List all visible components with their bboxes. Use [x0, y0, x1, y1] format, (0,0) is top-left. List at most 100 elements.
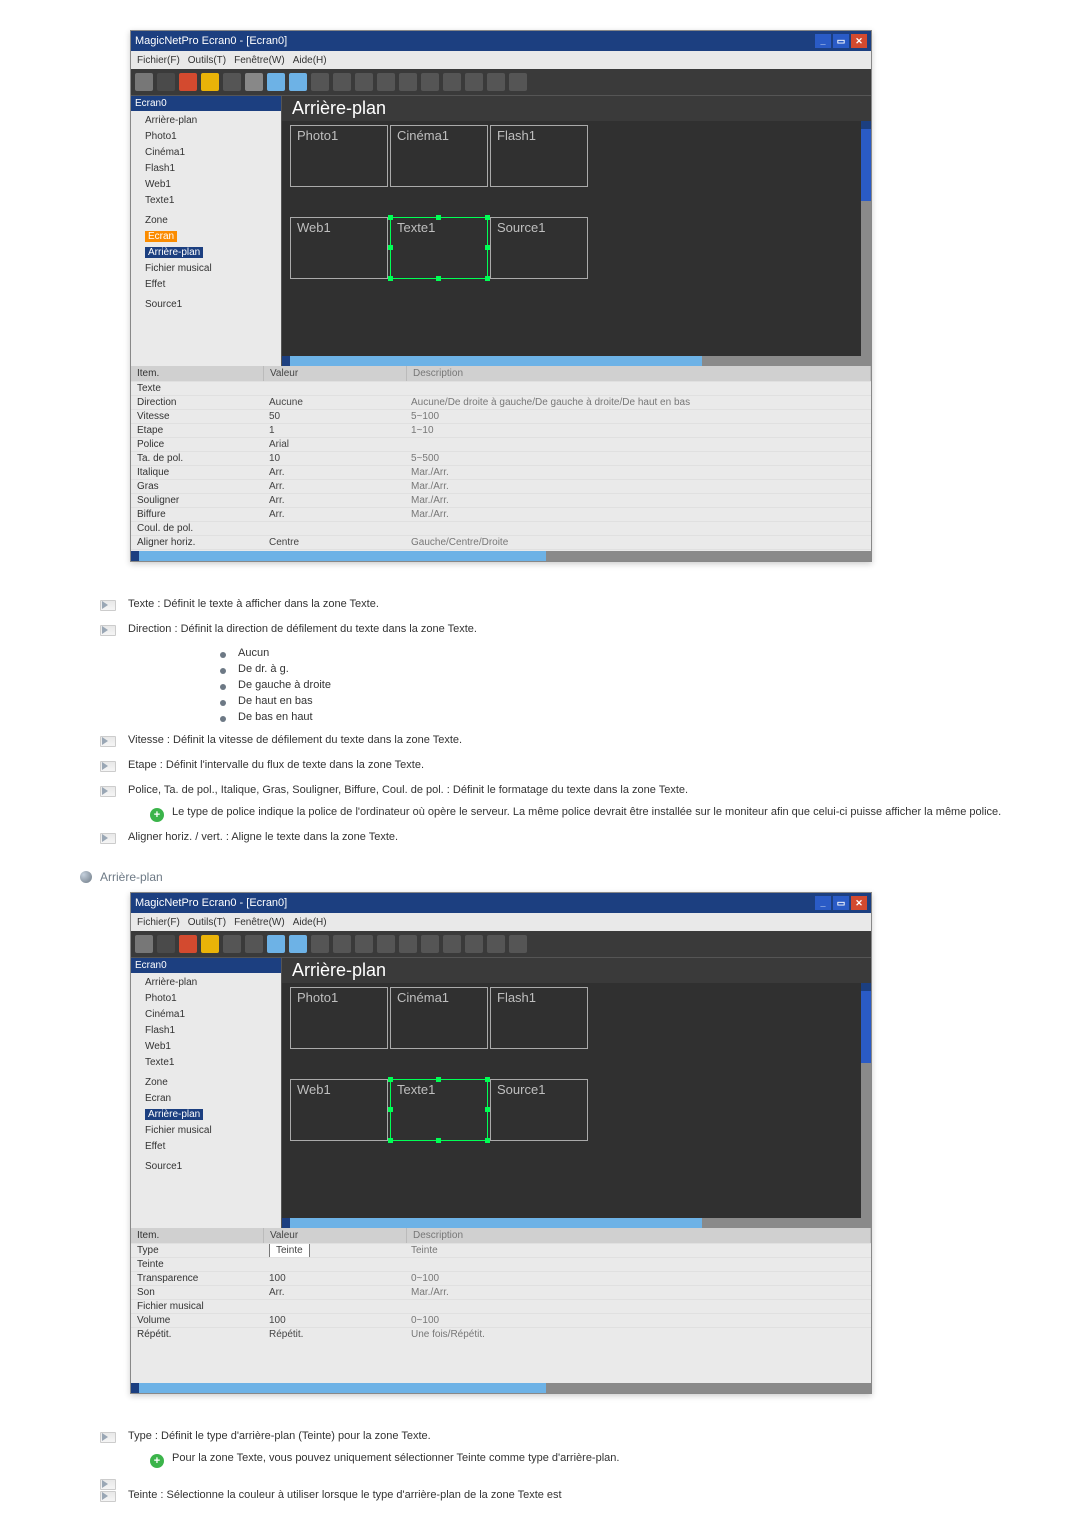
toolbar-icon[interactable]: [157, 935, 175, 953]
tree-item[interactable]: Ecran: [145, 1091, 281, 1107]
toolbar-icon[interactable]: [289, 935, 307, 953]
tree-item[interactable]: Zone: [145, 1075, 281, 1091]
toolbar-icon[interactable]: [135, 935, 153, 953]
menu-bar: Fichier(F) Outils(T) Fenêtre(W) Aide(H): [131, 51, 871, 69]
toolbar-icon[interactable]: [333, 935, 351, 953]
toolbar-icon[interactable]: [487, 935, 505, 953]
property-row: Coul. de pol.: [131, 521, 871, 535]
toolbar-icon[interactable]: [223, 935, 241, 953]
section-heading: Arrière-plan: [80, 870, 1030, 884]
tree-item[interactable]: Cinéma1: [145, 145, 281, 161]
toolbar-icon[interactable]: [509, 73, 527, 91]
toolbar-icon[interactable]: [377, 935, 395, 953]
tree-item[interactable]: Cinéma1: [145, 1007, 281, 1023]
menu-window[interactable]: Fenêtre(W): [234, 917, 285, 928]
window-min-icon[interactable]: _: [815, 896, 831, 910]
menu-help[interactable]: Aide(H): [293, 55, 327, 66]
toolbar-icon[interactable]: [399, 935, 417, 953]
toolbar-icon[interactable]: [223, 73, 241, 91]
toolbar-icon[interactable]: [245, 73, 263, 91]
tree-item[interactable]: Photo1: [145, 991, 281, 1007]
toolbar-icon[interactable]: [289, 73, 307, 91]
zone-web[interactable]: Web1: [290, 217, 388, 279]
window-close-icon[interactable]: ✕: [851, 896, 867, 910]
toolbar-icon[interactable]: [201, 935, 219, 953]
window-max-icon[interactable]: ▭: [833, 34, 849, 48]
menu-file[interactable]: Fichier(F): [137, 55, 180, 66]
toolbar-icon[interactable]: [157, 73, 175, 91]
tree-item[interactable]: Arrière-plan: [145, 113, 281, 129]
tree-item[interactable]: Fichier musical: [145, 1123, 281, 1139]
canvas[interactable]: Photo1 Cinéma1 Flash1 Web1 Texte1 Source…: [282, 121, 871, 356]
tree-item-selected[interactable]: Arrière-plan: [145, 247, 203, 258]
tree-item[interactable]: Flash1: [145, 1023, 281, 1039]
toolbar-icon[interactable]: [311, 73, 329, 91]
scrollbar-vertical[interactable]: [861, 983, 871, 1218]
tree-item-selected[interactable]: Arrière-plan: [145, 1109, 203, 1120]
tree-item[interactable]: Source1: [145, 297, 281, 313]
tree-root[interactable]: Ecran0: [131, 96, 281, 111]
toolbar-icon[interactable]: [465, 935, 483, 953]
toolbar-icon[interactable]: [311, 935, 329, 953]
canvas-title: Arrière-plan: [282, 958, 871, 983]
scrollbar-horizontal[interactable]: [282, 1218, 871, 1228]
zone-web[interactable]: Web1: [290, 1079, 388, 1141]
menu-file[interactable]: Fichier(F): [137, 917, 180, 928]
zone-texte-selected[interactable]: Texte1: [390, 1079, 488, 1141]
toolbar-icon[interactable]: [509, 935, 527, 953]
zone-cinema[interactable]: Cinéma1: [390, 125, 488, 187]
zone-source[interactable]: Source1: [490, 217, 588, 279]
canvas[interactable]: Photo1 Cinéma1 Flash1 Web1 Texte1 Source…: [282, 983, 871, 1218]
tree-item[interactable]: Texte1: [145, 193, 281, 209]
toolbar-icon[interactable]: [399, 73, 417, 91]
tree-item[interactable]: Web1: [145, 1039, 281, 1055]
zone-texte-selected[interactable]: Texte1: [390, 217, 488, 279]
tree-item[interactable]: Effet: [145, 277, 281, 293]
toolbar-icon[interactable]: [179, 73, 197, 91]
tree-item[interactable]: Web1: [145, 177, 281, 193]
tree-item[interactable]: Texte1: [145, 1055, 281, 1071]
toolbar-icon[interactable]: [267, 73, 285, 91]
scrollbar-horizontal[interactable]: [131, 1383, 871, 1393]
tree-item[interactable]: Photo1: [145, 129, 281, 145]
window-close-icon[interactable]: ✕: [851, 34, 867, 48]
toolbar-icon[interactable]: [421, 935, 439, 953]
tree-item[interactable]: Flash1: [145, 161, 281, 177]
menu-tools[interactable]: Outils(T): [188, 917, 226, 928]
tree-root[interactable]: Ecran0: [131, 958, 281, 973]
toolbar-icon[interactable]: [267, 935, 285, 953]
tree-item[interactable]: Source1: [145, 1159, 281, 1175]
tree-item-selected[interactable]: Ecran: [145, 231, 177, 242]
property-value-input[interactable]: Teinte: [269, 1244, 310, 1257]
scrollbar-vertical[interactable]: [861, 121, 871, 356]
toolbar-icon[interactable]: [443, 935, 461, 953]
tree-item[interactable]: Arrière-plan: [145, 975, 281, 991]
toolbar-icon[interactable]: [135, 73, 153, 91]
scrollbar-horizontal[interactable]: [282, 356, 871, 366]
toolbar-icon[interactable]: [333, 73, 351, 91]
zone-flash[interactable]: Flash1: [490, 125, 588, 187]
toolbar-icon[interactable]: [487, 73, 505, 91]
tree-item[interactable]: Effet: [145, 1139, 281, 1155]
zone-flash[interactable]: Flash1: [490, 987, 588, 1049]
window-min-icon[interactable]: _: [815, 34, 831, 48]
toolbar-icon[interactable]: [355, 73, 373, 91]
menu-tools[interactable]: Outils(T): [188, 55, 226, 66]
toolbar-icon[interactable]: [421, 73, 439, 91]
window-max-icon[interactable]: ▭: [833, 896, 849, 910]
menu-help[interactable]: Aide(H): [293, 917, 327, 928]
toolbar-icon[interactable]: [443, 73, 461, 91]
zone-source[interactable]: Source1: [490, 1079, 588, 1141]
toolbar-icon[interactable]: [179, 935, 197, 953]
toolbar-icon[interactable]: [377, 73, 395, 91]
zone-photo[interactable]: Photo1: [290, 987, 388, 1049]
toolbar-icon[interactable]: [245, 935, 263, 953]
toolbar-icon[interactable]: [355, 935, 373, 953]
zone-photo[interactable]: Photo1: [290, 125, 388, 187]
menu-window[interactable]: Fenêtre(W): [234, 55, 285, 66]
tree-item[interactable]: Zone: [145, 213, 281, 229]
zone-cinema[interactable]: Cinéma1: [390, 987, 488, 1049]
toolbar-icon[interactable]: [465, 73, 483, 91]
toolbar-icon[interactable]: [201, 73, 219, 91]
tree-item[interactable]: Fichier musical: [145, 261, 281, 277]
